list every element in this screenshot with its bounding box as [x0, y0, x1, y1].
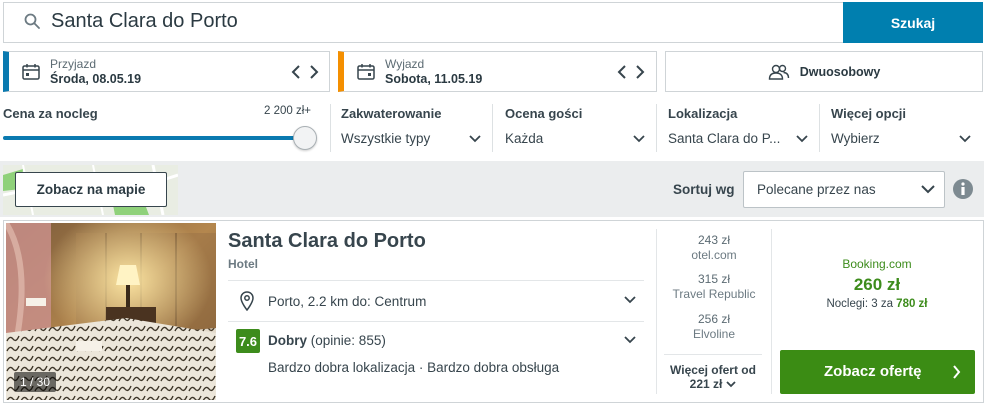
- divider: [330, 104, 331, 152]
- offer-item[interactable]: 243 zł otel.com: [658, 233, 770, 262]
- chevron-down-icon: [921, 185, 935, 194]
- chevron-down-icon[interactable]: [624, 336, 636, 344]
- chevron-right-icon[interactable]: [635, 65, 645, 79]
- info-icon[interactable]: [952, 178, 974, 200]
- more-offers-price: 221 zł: [689, 377, 723, 391]
- hotel-name[interactable]: Santa Clara do Porto: [228, 230, 426, 253]
- more-options-value: Wybierz: [831, 131, 880, 146]
- offer-provider: Elvoline: [692, 327, 736, 341]
- search-query: Santa Clara do Porto: [51, 10, 238, 32]
- show-on-map-button[interactable]: Zobacz na mapie: [15, 172, 167, 207]
- checkout-date[interactable]: Wyjazd Sobota, 11.05.19: [338, 51, 657, 92]
- calendar-icon: [357, 64, 375, 80]
- checkin-label: Przyjazd: [50, 57, 97, 71]
- rating-word: Dobry: [268, 333, 308, 348]
- accommodation-filter-label: Zakwaterowanie: [341, 106, 442, 121]
- rating-filter-label: Ocena gości: [505, 106, 583, 121]
- chevron-down-icon: [959, 135, 971, 143]
- checkout-label: Wyjazd: [385, 57, 425, 71]
- location-filter[interactable]: Lokalizacja Santa Clara do P...: [668, 104, 808, 154]
- location-filter-label: Lokalizacja: [668, 106, 738, 121]
- rating-count: (opinie: 855): [310, 333, 386, 348]
- guests-label: Dwuosobowy: [799, 64, 881, 79]
- more-offers-label: Więcej ofert od: [670, 363, 756, 377]
- more-options-filter[interactable]: Więcej opcji Wybierz: [831, 104, 971, 154]
- hotel-location: Porto, 2.2 km do: Centrum: [268, 294, 427, 309]
- divider: [228, 321, 644, 322]
- best-deal-provider: Booking.com: [842, 257, 912, 271]
- search-icon: [24, 13, 40, 29]
- offer-item[interactable]: 315 zł Travel Republic: [658, 272, 770, 301]
- more-offers-link[interactable]: Więcej ofert od 221 zł: [660, 363, 766, 391]
- offer-price: 256 zł: [697, 312, 731, 326]
- map-pin-icon: [240, 291, 254, 311]
- price-slider-handle[interactable]: [293, 126, 317, 150]
- view-deal-button[interactable]: Zobacz ofertę: [780, 350, 975, 394]
- offer-price: 315 zł: [697, 272, 731, 286]
- search-button[interactable]: Szukaj: [843, 2, 983, 43]
- photo-counter: 1 / 30: [14, 372, 57, 392]
- price-filter-label: Cena za nocleg: [3, 106, 98, 121]
- sort-label: Sortuj wg: [673, 182, 735, 197]
- hotel-photo[interactable]: 1 / 30: [6, 223, 216, 400]
- divider: [664, 354, 762, 355]
- nights-total: 780 zł: [896, 298, 928, 310]
- divider: [656, 104, 657, 152]
- users-icon: [768, 64, 789, 80]
- offer-price: 243 zł: [697, 233, 731, 247]
- more-options-label: Więcej opcji: [831, 106, 907, 121]
- checkout-value: Sobota, 11.05.19: [385, 72, 483, 86]
- chevron-down-icon: [469, 135, 481, 143]
- offer-provider: otel.com: [691, 248, 737, 262]
- divider: [228, 280, 644, 281]
- rating-filter[interactable]: Ocena gości Każda: [505, 104, 645, 154]
- best-deal-price: 260 zł: [853, 275, 901, 294]
- rating-score-badge: 7.6: [236, 329, 260, 353]
- checkin-date[interactable]: Przyjazd Środa, 08.05.19: [3, 51, 330, 92]
- checkin-value: Środa, 08.05.19: [50, 72, 142, 86]
- view-deal-label: Zobacz ofertę: [824, 363, 922, 380]
- rating-summary[interactable]: Dobry (opinie: 855): [268, 333, 386, 348]
- divider: [492, 104, 493, 152]
- rating-filter-value: Każda: [505, 131, 544, 146]
- chevron-left-icon[interactable]: [291, 65, 301, 79]
- accommodation-filter[interactable]: Zakwaterowanie Wszystkie typy: [341, 104, 481, 154]
- chevron-down-icon: [796, 135, 808, 143]
- chevron-down-icon: [633, 135, 645, 143]
- hotel-type: Hotel: [228, 257, 258, 271]
- nights-text: Noclegi: 3 za: [826, 298, 893, 310]
- sort-select[interactable]: Polecane przez nas: [743, 171, 945, 208]
- best-deal-nights: Noclegi: 3 za 780 zł: [776, 298, 978, 310]
- rating-highlights: Bardzo dobra lokalizacja · Bardzo dobra …: [268, 360, 560, 375]
- divider: [771, 229, 772, 394]
- location-filter-value: Santa Clara do P...: [668, 131, 781, 146]
- calendar-icon: [22, 64, 40, 80]
- offer-item[interactable]: 256 zł Elvoline: [658, 312, 770, 341]
- chevron-right-icon: [953, 365, 961, 379]
- price-filter-max: 2 200 zł+: [264, 105, 311, 117]
- chevron-down-icon[interactable]: [624, 296, 636, 304]
- sort-value: Polecane przez nas: [757, 182, 876, 197]
- guests-selector[interactable]: Dwuosobowy: [665, 51, 983, 92]
- divider: [819, 104, 820, 152]
- price-slider-track[interactable]: [3, 136, 306, 140]
- chevron-left-icon[interactable]: [617, 65, 627, 79]
- chevron-down-icon: [726, 380, 736, 387]
- divider: [656, 229, 657, 394]
- offer-provider: Travel Republic: [672, 287, 756, 301]
- accommodation-filter-value: Wszystkie typy: [341, 131, 431, 146]
- chevron-right-icon[interactable]: [309, 65, 319, 79]
